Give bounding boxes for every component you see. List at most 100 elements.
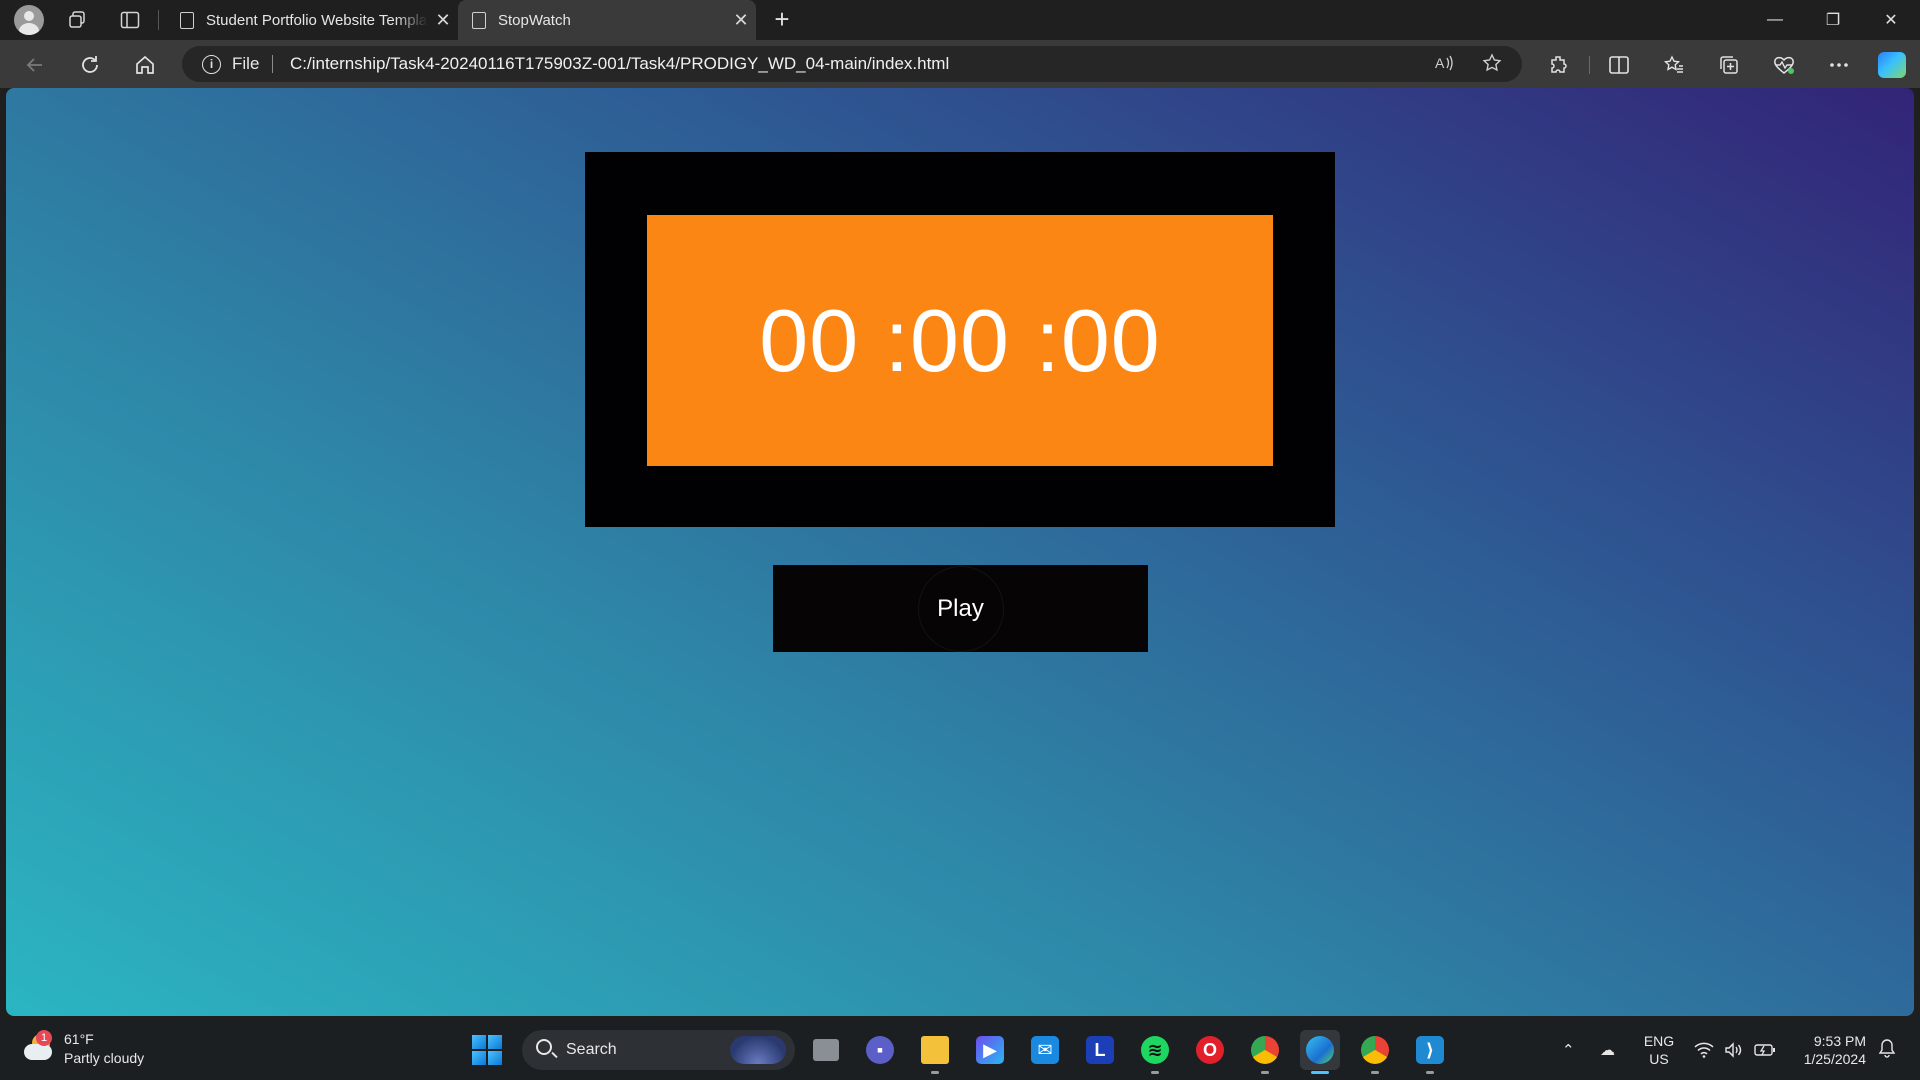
stopwatch-container: 00 :00 :00 bbox=[585, 152, 1335, 527]
clock[interactable]: 9:53 PM 1/25/2024 bbox=[1790, 1032, 1866, 1068]
copilot-icon[interactable] bbox=[1878, 52, 1906, 78]
task-view-icon[interactable] bbox=[806, 1030, 846, 1070]
svg-text:A: A bbox=[1435, 55, 1445, 71]
clock-date: 1/25/2024 bbox=[1803, 1051, 1866, 1067]
language-indicator[interactable]: ENG US bbox=[1640, 1032, 1678, 1068]
close-window-button[interactable]: ✕ bbox=[1862, 0, 1920, 40]
mail-glyph: ✉ bbox=[1031, 1036, 1059, 1064]
page-icon bbox=[472, 11, 486, 29]
search-highlight-art bbox=[730, 1036, 786, 1064]
running-indicator bbox=[1151, 1071, 1159, 1074]
start-tile bbox=[472, 1035, 486, 1049]
start-button[interactable] bbox=[472, 1035, 502, 1065]
close-tab-icon[interactable]: ✕ bbox=[726, 10, 756, 31]
tab-strip-divider bbox=[158, 10, 159, 30]
favorites-icon[interactable] bbox=[1659, 50, 1689, 80]
new-tab-button[interactable]: + bbox=[766, 4, 798, 36]
chrome-icon[interactable] bbox=[1245, 1030, 1285, 1074]
site-info-icon[interactable]: i bbox=[202, 55, 221, 74]
chrome-profile-icon[interactable] bbox=[1355, 1030, 1395, 1074]
tab-actions-icon[interactable] bbox=[117, 7, 143, 33]
tab-stopwatch[interactable]: StopWatch ✕ bbox=[458, 0, 756, 40]
controls-bar: Play bbox=[773, 565, 1148, 652]
opera-glyph: O bbox=[1196, 1036, 1224, 1064]
weather-text: 61°F Partly cloudy bbox=[64, 1030, 144, 1068]
teams-chat-icon[interactable]: ▪ bbox=[860, 1030, 900, 1070]
wifi-icon[interactable] bbox=[1694, 1030, 1714, 1070]
minimize-button[interactable]: — bbox=[1746, 0, 1804, 40]
copilot-app-icon[interactable]: ▶ bbox=[970, 1030, 1010, 1070]
workspaces-icon[interactable] bbox=[64, 7, 90, 33]
task-view-glyph bbox=[813, 1039, 839, 1061]
page-icon bbox=[180, 11, 194, 29]
close-tab-icon[interactable]: ✕ bbox=[428, 10, 458, 31]
folder-glyph bbox=[921, 1036, 949, 1064]
cloud-shape bbox=[24, 1044, 52, 1060]
clock-time: 9:53 PM bbox=[1813, 1033, 1866, 1049]
read-aloud-icon[interactable]: A bbox=[1432, 53, 1456, 75]
opera-icon[interactable]: O bbox=[1190, 1030, 1230, 1070]
region-code: US bbox=[1649, 1051, 1669, 1067]
play-button[interactable]: Play bbox=[917, 565, 1004, 652]
file-explorer-icon[interactable] bbox=[915, 1030, 955, 1074]
notification-bell-icon[interactable] bbox=[1878, 1038, 1898, 1060]
show-hidden-icons-icon[interactable]: ⌃ bbox=[1562, 1030, 1575, 1070]
running-indicator bbox=[1426, 1071, 1434, 1074]
active-indicator bbox=[1311, 1071, 1329, 1074]
url-text[interactable]: C:/internship/Task4-20240116T175903Z-001… bbox=[290, 54, 949, 74]
tab-student-portfolio[interactable]: Student Portfolio Website Template ✕ bbox=[166, 0, 458, 40]
extensions-icon[interactable] bbox=[1544, 50, 1574, 80]
tab-title: StopWatch bbox=[498, 11, 571, 29]
refresh-icon[interactable] bbox=[75, 50, 105, 80]
more-icon[interactable] bbox=[1824, 50, 1854, 80]
edge-icon[interactable] bbox=[1300, 1030, 1340, 1074]
spotify-icon[interactable]: ≋ bbox=[1135, 1030, 1175, 1074]
spotify-glyph: ≋ bbox=[1141, 1036, 1169, 1064]
browser-toolbar: i File C:/internship/Task4-20240116T1759… bbox=[0, 40, 1920, 88]
address-divider bbox=[272, 55, 273, 73]
battery-icon[interactable] bbox=[1754, 1030, 1776, 1070]
chrome-profile-glyph bbox=[1361, 1036, 1389, 1064]
profile-avatar-icon[interactable] bbox=[14, 5, 44, 35]
volume-icon[interactable] bbox=[1724, 1030, 1744, 1070]
onedrive-icon[interactable]: ☁ bbox=[1600, 1030, 1615, 1070]
chrome-glyph bbox=[1251, 1036, 1279, 1064]
start-tile bbox=[488, 1051, 502, 1065]
page-viewport: 00 :00 :00 Play bbox=[6, 88, 1914, 1016]
taskbar-search[interactable]: Search bbox=[522, 1030, 795, 1070]
vscode-icon[interactable]: ⟩ bbox=[1410, 1030, 1450, 1074]
address-bar[interactable]: i File C:/internship/Task4-20240116T1759… bbox=[182, 46, 1522, 82]
toolbar-divider bbox=[1589, 56, 1590, 74]
split-screen-icon[interactable] bbox=[1604, 50, 1634, 80]
scheme-label: File bbox=[232, 54, 260, 73]
restore-button[interactable]: ❐ bbox=[1804, 0, 1862, 40]
stopwatch-time: 00 :00 :00 bbox=[759, 290, 1161, 390]
start-tile bbox=[472, 1051, 486, 1065]
running-indicator bbox=[1261, 1071, 1269, 1074]
back-arrow-icon[interactable] bbox=[20, 50, 50, 80]
browser-essentials-icon[interactable] bbox=[1769, 50, 1799, 80]
search-icon bbox=[536, 1039, 552, 1055]
edge-glyph bbox=[1306, 1036, 1334, 1064]
teams-glyph: ▪ bbox=[866, 1036, 894, 1064]
tab-strip: Student Portfolio Website Template ✕ Sto… bbox=[0, 0, 1920, 40]
search-label: Search bbox=[566, 1041, 617, 1058]
running-indicator bbox=[931, 1071, 939, 1074]
star-icon[interactable] bbox=[1480, 53, 1504, 75]
start-tile bbox=[488, 1035, 502, 1049]
tab-title: Student Portfolio Website Template bbox=[206, 11, 428, 29]
partly-cloudy-icon: 1 bbox=[22, 1030, 56, 1066]
copilot-glyph: ▶ bbox=[976, 1036, 1004, 1064]
weather-widget[interactable]: 1 61°F Partly cloudy bbox=[22, 1030, 144, 1068]
l-app-glyph: L bbox=[1086, 1036, 1114, 1064]
l-app-icon[interactable]: L bbox=[1080, 1030, 1120, 1070]
stopwatch-display: 00 :00 :00 bbox=[647, 215, 1273, 466]
taskbar: 1 61°F Partly cloudy Search ▪ ▶ ✉ L ≋ O bbox=[0, 1020, 1920, 1080]
weather-condition: Partly cloudy bbox=[64, 1050, 145, 1066]
avatar-body bbox=[19, 23, 39, 35]
home-icon[interactable] bbox=[130, 50, 160, 80]
mail-icon[interactable]: ✉ bbox=[1025, 1030, 1065, 1070]
language-code: ENG bbox=[1643, 1033, 1675, 1049]
collections-icon[interactable] bbox=[1714, 50, 1744, 80]
window-controls: — ❐ ✕ bbox=[1746, 0, 1920, 40]
